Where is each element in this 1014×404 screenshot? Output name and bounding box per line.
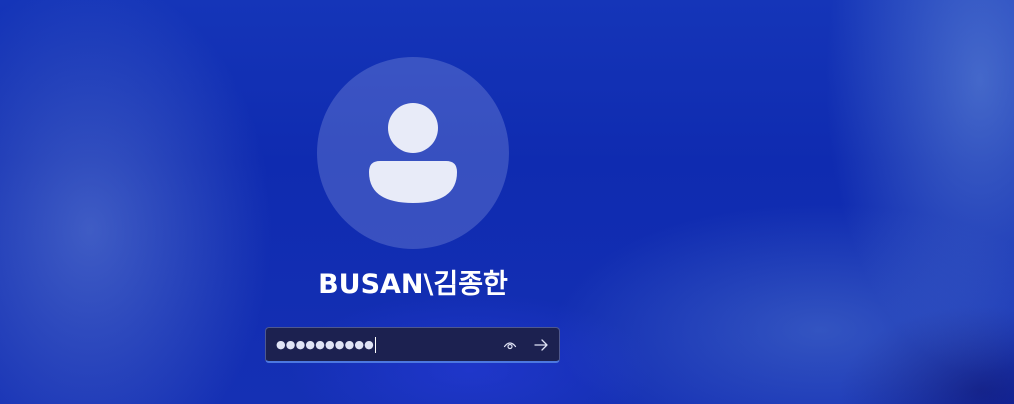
arrow-right-icon — [534, 339, 548, 351]
password-field[interactable]: ●●●●●●●●●● — [265, 327, 560, 363]
password-input[interactable]: ●●●●●●●●●● — [276, 335, 376, 355]
username-label: BUSAN\김종한 — [318, 269, 508, 300]
user-avatar — [317, 57, 509, 249]
user-silhouette-icon — [369, 103, 457, 203]
reveal-password-button[interactable] — [499, 334, 521, 356]
eye-icon — [503, 342, 517, 350]
submit-button[interactable] — [530, 334, 552, 356]
text-caret — [374, 337, 376, 353]
